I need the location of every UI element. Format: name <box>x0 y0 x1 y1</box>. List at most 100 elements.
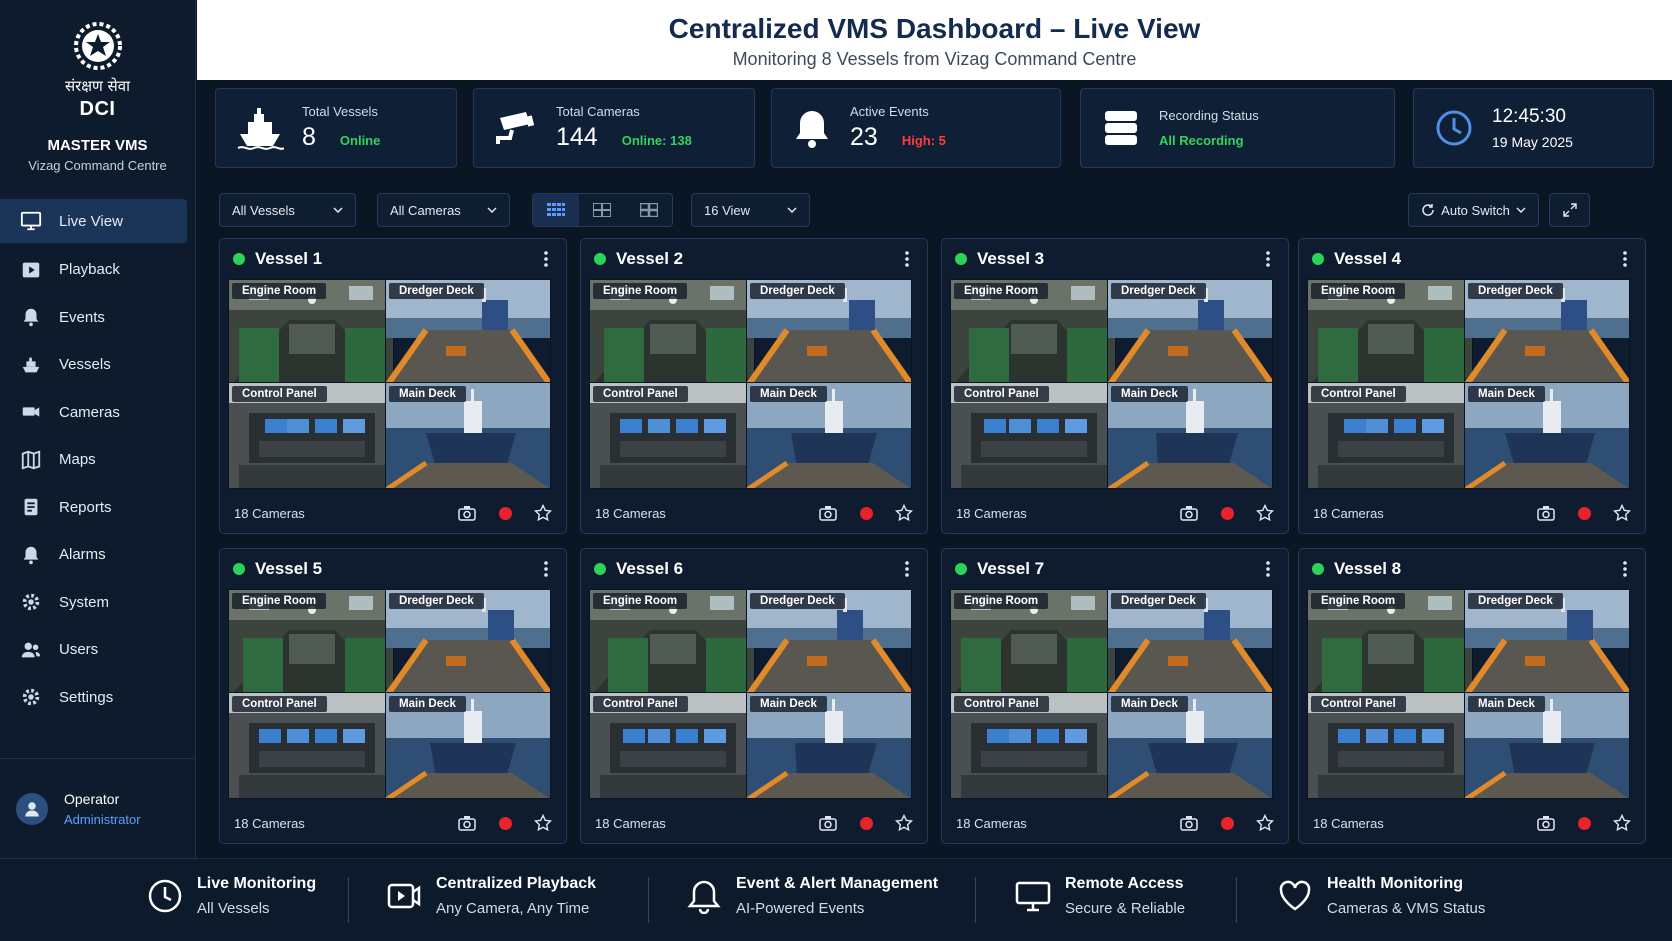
camera-tile[interactable]: Engine Room <box>589 589 755 696</box>
kebab-menu-icon[interactable] <box>897 249 917 269</box>
record-button[interactable] <box>494 812 516 834</box>
sidebar-item-live-view[interactable]: Live View <box>0 199 187 243</box>
online-status-dot <box>955 253 967 265</box>
record-button[interactable] <box>855 502 877 524</box>
camera-tile[interactable]: Control Panel <box>589 692 755 799</box>
camera-tile[interactable]: Engine Room <box>1307 589 1473 696</box>
kebab-menu-icon[interactable] <box>1615 559 1635 579</box>
camera-tile[interactable]: Dredger Deck <box>385 589 551 696</box>
kebab-menu-icon[interactable] <box>1258 559 1278 579</box>
camera-tile[interactable]: Control Panel <box>1307 692 1473 799</box>
snapshot-button[interactable] <box>456 502 478 524</box>
vessel-name: Vessel 2 <box>616 249 684 268</box>
view-count-dropdown[interactable]: 16 View <box>691 193 810 227</box>
dropdown-value: All Vessels <box>232 202 295 218</box>
page-header: Centralized VMS Dashboard – Live View Mo… <box>197 0 1672 80</box>
camera-tile[interactable]: Control Panel <box>1307 382 1473 489</box>
record-button[interactable] <box>1216 812 1238 834</box>
favorite-button[interactable] <box>893 502 915 524</box>
camera-tile[interactable]: Dredger Deck <box>1464 279 1630 386</box>
grid-4x4-button[interactable] <box>533 194 580 226</box>
sidebar-item-vessels[interactable]: Vessels <box>0 341 195 389</box>
vessel-filter-dropdown[interactable]: All Vessels <box>219 193 356 227</box>
camera-tile[interactable]: Dredger Deck <box>1464 589 1630 696</box>
camera-tile[interactable]: Main Deck <box>746 692 912 799</box>
camera-tile[interactable]: Engine Room <box>950 279 1116 386</box>
snapshot-button[interactable] <box>1535 502 1557 524</box>
camera-tile[interactable]: Main Deck <box>1464 382 1630 489</box>
camera-tile[interactable]: Main Deck <box>1464 692 1630 799</box>
fullscreen-button[interactable] <box>1549 193 1590 227</box>
grid-layout-switcher <box>532 193 673 227</box>
camera-tile[interactable]: Engine Room <box>228 589 394 696</box>
sidebar-item-cameras[interactable]: Cameras <box>0 389 195 437</box>
favorite-button[interactable] <box>1611 502 1633 524</box>
sidebar-item-events[interactable]: Events <box>0 294 195 342</box>
camera-label: Control Panel <box>232 696 327 712</box>
snapshot-button[interactable] <box>817 502 839 524</box>
snapshot-button[interactable] <box>1178 502 1200 524</box>
camera-tile[interactable]: Dredger Deck <box>746 279 912 386</box>
record-button[interactable] <box>494 502 516 524</box>
grid-2x2-button[interactable] <box>626 194 672 226</box>
camera-label: Dredger Deck <box>389 593 484 609</box>
grid-3x3-button[interactable] <box>579 194 625 226</box>
kebab-menu-icon[interactable] <box>897 559 917 579</box>
camera-tile[interactable]: Main Deck <box>385 382 551 489</box>
camera-filter-dropdown[interactable]: All Cameras <box>377 193 510 227</box>
camera-tile[interactable]: Engine Room <box>950 589 1116 696</box>
camera-tile[interactable]: Main Deck <box>1107 692 1273 799</box>
sidebar-item-maps[interactable]: Maps <box>0 436 195 484</box>
kebab-menu-icon[interactable] <box>536 249 556 269</box>
sidebar-item-reports[interactable]: Reports <box>0 484 195 532</box>
user-profile[interactable]: Operator Administrator <box>0 758 196 858</box>
user-icon <box>25 801 39 816</box>
camera-tile[interactable]: Main Deck <box>1107 382 1273 489</box>
record-button[interactable] <box>1573 812 1595 834</box>
camera-tile[interactable]: Main Deck <box>385 692 551 799</box>
kebab-menu-icon[interactable] <box>536 559 556 579</box>
sidebar-item-alarms[interactable]: Alarms <box>0 531 195 579</box>
camera-tile[interactable]: Control Panel <box>228 692 394 799</box>
brand-name: DCI <box>79 98 116 120</box>
camera-tile[interactable]: Dredger Deck <box>1107 279 1273 386</box>
camera-tile[interactable]: Main Deck <box>746 382 912 489</box>
sidebar-item-settings[interactable]: Settings <box>0 674 195 722</box>
camera-tile[interactable]: Control Panel <box>228 382 394 489</box>
sidebar-item-label: Reports <box>59 498 112 516</box>
camera-icon <box>22 407 40 417</box>
favorite-button[interactable] <box>532 502 554 524</box>
camera-tile[interactable]: Control Panel <box>589 382 755 489</box>
favorite-button[interactable] <box>1254 502 1276 524</box>
favorite-button[interactable] <box>1611 812 1633 834</box>
star-icon <box>1613 814 1631 832</box>
sidebar-item-users[interactable]: Users <box>0 626 195 674</box>
record-button[interactable] <box>1573 502 1595 524</box>
snapshot-button[interactable] <box>1178 812 1200 834</box>
camera-label: Engine Room <box>954 283 1049 299</box>
camera-tile[interactable]: Engine Room <box>1307 279 1473 386</box>
snapshot-button[interactable] <box>817 812 839 834</box>
camera-tile[interactable]: Control Panel <box>950 382 1116 489</box>
favorite-button[interactable] <box>1254 812 1276 834</box>
camera-tile[interactable]: Control Panel <box>950 692 1116 799</box>
record-button[interactable] <box>1216 502 1238 524</box>
favorite-button[interactable] <box>532 812 554 834</box>
vessel-header: Vessel 2 <box>581 239 927 279</box>
vessel-footer: 18 Cameras <box>956 501 1276 525</box>
auto-switch-dropdown[interactable]: Auto Switch <box>1408 193 1539 227</box>
record-button[interactable] <box>855 812 877 834</box>
alarm-icon <box>23 546 39 564</box>
snapshot-button[interactable] <box>456 812 478 834</box>
kebab-menu-icon[interactable] <box>1258 249 1278 269</box>
kebab-menu-icon[interactable] <box>1615 249 1635 269</box>
sidebar-item-system[interactable]: System <box>0 579 195 627</box>
favorite-button[interactable] <box>893 812 915 834</box>
camera-tile[interactable]: Dredger Deck <box>1107 589 1273 696</box>
camera-tile[interactable]: Dredger Deck <box>746 589 912 696</box>
camera-tile[interactable]: Engine Room <box>589 279 755 386</box>
camera-tile[interactable]: Engine Room <box>228 279 394 386</box>
camera-tile[interactable]: Dredger Deck <box>385 279 551 386</box>
snapshot-button[interactable] <box>1535 812 1557 834</box>
sidebar-item-playback[interactable]: Playback <box>0 246 195 294</box>
